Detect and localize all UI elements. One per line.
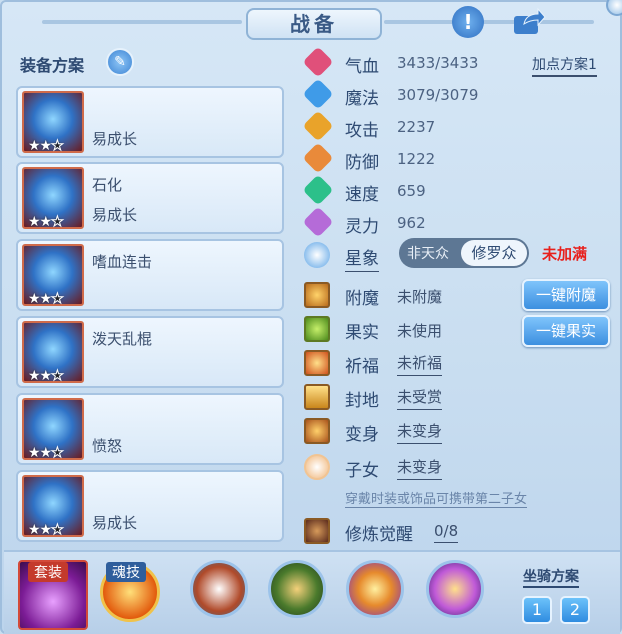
enh-value-blessing[interactable]: 未祈福 — [397, 352, 443, 376]
awaken-label: 修炼觉醒 — [345, 525, 413, 545]
title-ornament-left — [42, 20, 242, 24]
enchant-icon — [304, 282, 330, 308]
star-sign-icon — [304, 242, 330, 268]
fruit-icon — [304, 316, 330, 342]
star-rating: ★★★ — [28, 445, 64, 462]
stat-label-mp: 魔法 — [345, 89, 379, 109]
enh-value-transform[interactable]: 未变身 — [397, 420, 443, 444]
enh-label-enchant: 附魔 — [345, 289, 379, 309]
toggle-option-b[interactable]: 修罗众 — [461, 240, 527, 266]
star-rating: ★★★ — [28, 214, 64, 231]
spirit-icon — [302, 206, 334, 238]
share-icon[interactable] — [512, 6, 546, 38]
stat-value-defense: 1222 — [397, 150, 436, 168]
equip-effect-2: 易成长 — [92, 206, 138, 224]
equip-effect-1: 石化 — [92, 176, 123, 194]
constellation-status: 未加满 — [542, 245, 588, 263]
enh-value-child[interactable]: 未变身 — [397, 456, 443, 480]
skill-icon-2[interactable] — [268, 560, 326, 618]
title-ornament-right — [384, 20, 594, 24]
constellation-label[interactable]: 星象 — [345, 244, 379, 272]
skill-icon-3[interactable] — [346, 560, 404, 618]
constellation-toggle[interactable]: 非天众 修罗众 — [399, 238, 529, 268]
stat-value-mp: 3079/3079 — [397, 86, 479, 104]
enh-value-enchant: 未附魔 — [397, 288, 443, 306]
stat-label-hp: 气血 — [345, 57, 379, 77]
child-icon — [304, 454, 330, 480]
equip-effect-2: 易成长 — [92, 130, 138, 148]
equip-effect-2: 易成长 — [92, 514, 138, 532]
equip-slot-6[interactable]: ★★★ 易成长 — [16, 470, 284, 542]
heart-icon — [302, 46, 334, 78]
equip-slot-2[interactable]: ★★★ 石化 易成长 — [16, 162, 284, 234]
shield-icon — [302, 142, 334, 174]
equip-slot-5[interactable]: ★★★ 愤怒 — [16, 393, 284, 465]
fief-icon — [304, 384, 330, 410]
equipment-plan-heading: 装备方案 — [20, 56, 85, 75]
stat-value-attack: 2237 — [397, 118, 436, 136]
info-icon[interactable]: ! — [452, 6, 484, 38]
stat-label-speed: 速度 — [345, 185, 379, 205]
stat-value-speed: 659 — [397, 182, 426, 200]
stat-value-spirit: 962 — [397, 214, 426, 232]
stat-label-attack: 攻击 — [345, 121, 379, 141]
enh-label-blessing: 祈福 — [345, 357, 379, 377]
one-click-enchant-button[interactable]: 一键附魔 — [522, 279, 610, 311]
stat-value-hp: 3433/3433 — [397, 54, 479, 72]
equip-effect-1: 嗜血连击 — [92, 253, 153, 271]
enh-value-fruit: 未使用 — [397, 322, 443, 340]
equip-slot-4[interactable]: ★★★ 泼天乱棍 — [16, 316, 284, 388]
enh-label-transform: 变身 — [345, 425, 379, 445]
soul-tag: 魂技 — [106, 562, 146, 582]
equip-slot-3[interactable]: ★★★ 嗜血连击 — [16, 239, 284, 311]
equipment-panel: 战备 ! 装备方案 ✎ ★★★ 易成长 ★★★ 石化 易成长 ★★★ 嗜血连击 … — [0, 0, 622, 634]
equip-effect-1: 泼天乱棍 — [92, 330, 153, 348]
awaken-value[interactable]: 0/8 — [434, 522, 459, 543]
blessing-icon — [304, 350, 330, 376]
mount-plan-1-button[interactable]: 1 — [522, 596, 552, 624]
corner-ornament — [606, 0, 622, 16]
skill-icon-1[interactable] — [190, 560, 248, 618]
toggle-option-a[interactable]: 非天众 — [407, 243, 449, 263]
stat-label-spirit: 灵力 — [345, 217, 379, 237]
star-rating: ★★★ — [28, 368, 64, 385]
stat-label-defense: 防御 — [345, 153, 379, 173]
enh-value-fief[interactable]: 未受赏 — [397, 386, 443, 410]
equip-effect-2: 愤怒 — [92, 437, 123, 455]
enh-label-fruit: 果实 — [345, 323, 379, 343]
speed-icon — [302, 174, 334, 206]
enh-label-child: 子女 — [345, 461, 379, 481]
set-tag: 套装 — [28, 562, 68, 582]
one-click-fruit-button[interactable]: 一键果实 — [522, 315, 610, 347]
sword-icon — [302, 110, 334, 142]
second-child-hint[interactable]: 穿戴时装或饰品可携带第二子女 — [345, 488, 528, 508]
transform-icon — [304, 418, 330, 444]
mana-icon — [302, 78, 334, 110]
enh-label-fief: 封地 — [345, 391, 379, 411]
star-rating: ★★★ — [28, 138, 64, 155]
window-title: 战备 — [246, 8, 382, 40]
skill-icon-4[interactable] — [426, 560, 484, 618]
mount-plan-2-button[interactable]: 2 — [560, 596, 590, 624]
star-rating: ★★★ — [28, 522, 64, 539]
equip-slot-1[interactable]: ★★★ 易成长 — [16, 86, 284, 158]
star-rating: ★★★ — [28, 291, 64, 308]
mount-plan-label: 坐骑方案 — [523, 566, 579, 588]
awaken-icon — [304, 518, 330, 544]
stat-plan-link[interactable]: 加点方案1 — [532, 54, 597, 77]
edit-pencil-icon[interactable]: ✎ — [106, 48, 134, 76]
